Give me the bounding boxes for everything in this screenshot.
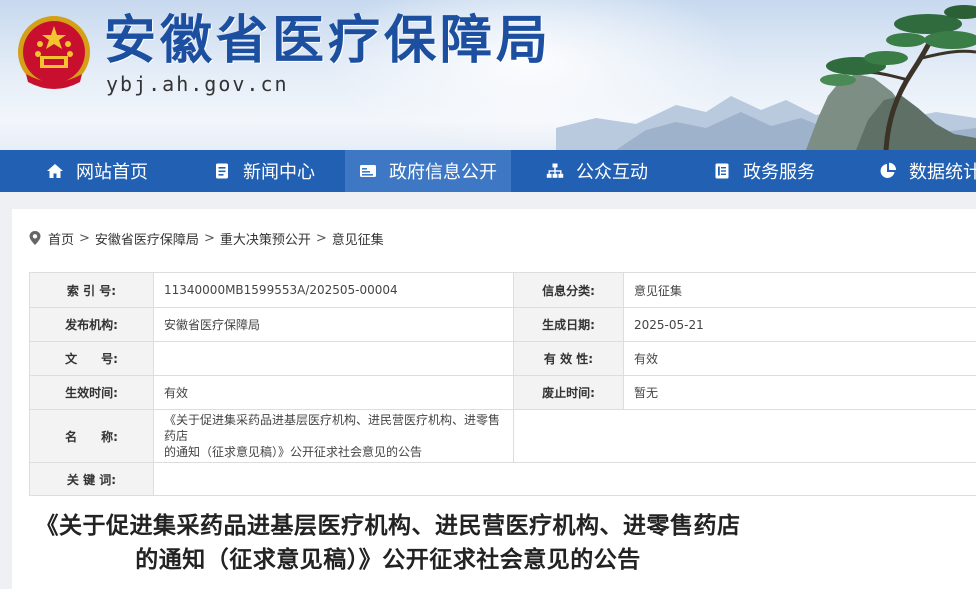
document-icon [213, 162, 231, 180]
category-value: 意见征集 [623, 272, 976, 308]
breadcrumb-home-link[interactable]: 首页 [48, 229, 74, 248]
table-row: 关 键 词: [29, 462, 976, 496]
site-title: 安徽省医疗保障局 [104, 11, 553, 71]
document-metadata-table: 索 引 号: 11340000MB1599553A/202505-00004 信… [29, 272, 976, 496]
validity-label: 有 效 性: [513, 341, 624, 376]
publisher-value: 安徽省医疗保障局 [153, 307, 514, 342]
home-icon [46, 162, 64, 180]
id-card-icon [359, 162, 377, 180]
name-value: 《关于促进集采药品进基层医疗机构、进民营医疗机构、进零售药店 的通知（征求意见稿… [153, 409, 514, 463]
location-pin-icon [28, 230, 42, 246]
date-value: 2025-05-21 [623, 307, 976, 342]
document-title-line: 的通知（征求意见稿）》公开征求社会意见的公告 [135, 547, 641, 573]
nav-item-gov-info[interactable]: 政府信息公开 [345, 150, 511, 192]
docno-label: 文 号: [29, 341, 154, 376]
breadcrumb: 首页 > 安徽省医疗保障局 > 重大决策预公开 > 意见征集 [28, 229, 384, 248]
name-value-line: 《关于促进集采药品进基层医疗机构、进民营医疗机构、进零售药店 [164, 413, 501, 443]
validity-value: 有效 [623, 341, 976, 376]
name-row-empty-cell [513, 409, 976, 463]
document-title-line: 《关于促进集采药品进基层医疗机构、进民营医疗机构、进零售药店 [35, 513, 741, 539]
repeal-value: 暂无 [623, 375, 976, 410]
nav-item-label: 政务服务 [743, 162, 815, 183]
effective-label: 生效时间: [29, 375, 154, 410]
table-row: 发布机构: 安徽省医疗保障局 生成日期: 2025-05-21 [29, 307, 976, 342]
repeal-label: 废止时间: [513, 375, 624, 410]
org-chart-icon [546, 162, 564, 180]
category-label: 信息分类: [513, 272, 624, 308]
nav-item-label: 公众互动 [576, 162, 648, 183]
national-emblem-icon [18, 16, 90, 89]
document-title: 《关于促进集采药品进基层医疗机构、进民营医疗机构、进零售药店 的通知（征求意见稿… [12, 509, 764, 577]
keywords-value [153, 462, 976, 496]
index-value: 11340000MB1599553A/202505-00004 [153, 272, 514, 308]
publisher-label: 发布机构: [29, 307, 154, 342]
table-row: 索 引 号: 11340000MB1599553A/202505-00004 信… [29, 272, 976, 308]
keywords-label: 关 键 词: [29, 462, 154, 496]
name-value-line: 的通知（征求意见稿）》公开征求社会意见的公告 [164, 445, 423, 459]
table-row: 名 称: 《关于促进集采药品进基层医疗机构、进民营医疗机构、进零售药店 的通知（… [29, 409, 976, 463]
nav-item-news[interactable]: 新闻中心 [213, 150, 315, 192]
nav-item-services[interactable]: 政务服务 [713, 150, 815, 192]
date-label: 生成日期: [513, 307, 624, 342]
breadcrumb-decisions-link[interactable]: 重大决策预公开 [220, 229, 311, 248]
list-icon [713, 162, 731, 180]
index-label: 索 引 号: [29, 272, 154, 308]
nav-item-statistics[interactable]: 数据统计 [879, 150, 976, 192]
nav-item-home[interactable]: 网站首页 [46, 150, 148, 192]
breadcrumb-separator: > [203, 230, 215, 246]
nav-item-interaction[interactable]: 公众互动 [546, 150, 648, 192]
breadcrumb-bureau-link[interactable]: 安徽省医疗保障局 [95, 229, 199, 248]
docno-value [153, 341, 514, 376]
nav-item-label: 政府信息公开 [389, 162, 497, 183]
banner-mountain-pine-scenery [556, 5, 976, 150]
nav-item-label: 数据统计 [909, 162, 976, 183]
content-panel: 首页 > 安徽省医疗保障局 > 重大决策预公开 > 意见征集 索 引 号: 11… [12, 209, 976, 589]
breadcrumb-current[interactable]: 意见征集 [332, 229, 384, 248]
table-row: 文 号: 有 效 性: 有效 [29, 341, 976, 376]
main-navigation: 网站首页 新闻中心 政府信息公开 公众互动 政务服务 数据统计 [0, 150, 976, 192]
pie-chart-icon [879, 162, 897, 180]
site-domain: ybj.ah.gov.cn [106, 72, 289, 96]
table-row: 生效时间: 有效 废止时间: 暂无 [29, 375, 976, 410]
breadcrumb-separator: > [315, 230, 327, 246]
breadcrumb-separator: > [79, 230, 90, 246]
nav-item-label: 网站首页 [76, 162, 148, 183]
effective-value: 有效 [153, 375, 514, 410]
nav-item-label: 新闻中心 [243, 162, 315, 183]
site-banner: 安徽省医疗保障局 ybj.ah.gov.cn [0, 0, 976, 150]
name-label: 名 称: [29, 409, 154, 463]
